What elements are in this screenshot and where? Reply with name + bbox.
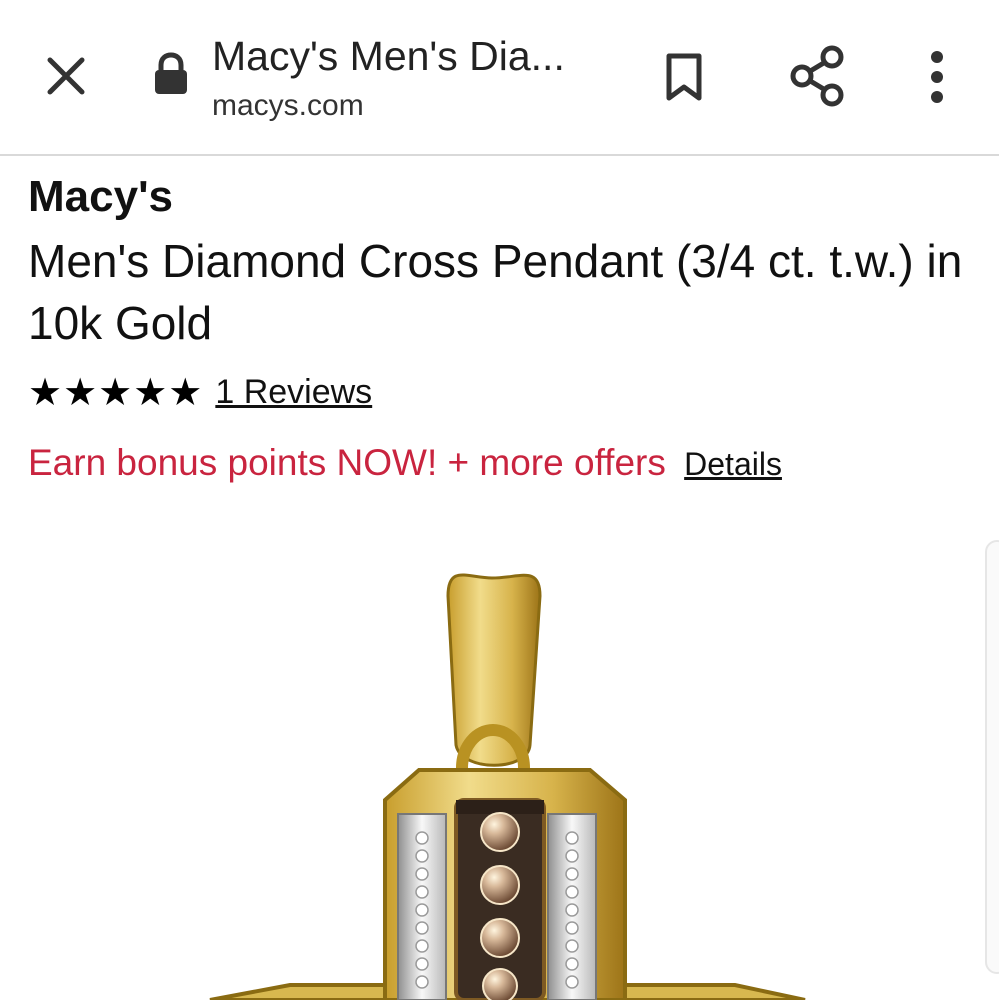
- rating-row: ★★★★★ 1 Reviews: [28, 366, 978, 418]
- lock-icon: [155, 52, 187, 94]
- star-rating: ★★★★★: [28, 371, 204, 414]
- close-icon[interactable]: [40, 50, 92, 102]
- offers-row: Earn bonus points NOW! + more offers Det…: [28, 438, 978, 489]
- share-icon[interactable]: [785, 44, 849, 108]
- page-domain: macys.com: [212, 89, 364, 122]
- product-image-area[interactable]: [0, 540, 999, 1000]
- details-link[interactable]: Details: [684, 446, 782, 482]
- brand-name: Macy's: [28, 172, 173, 221]
- cross-pendant-image: [209, 573, 806, 1000]
- product-title: Men's Diamond Cross Pendant (3/4 ct. t.w…: [28, 235, 963, 349]
- browser-toolbar: Macy's Men's Dia... macys.com: [0, 0, 999, 156]
- bookmark-icon[interactable]: [655, 48, 713, 106]
- reviews-link[interactable]: 1 Reviews: [215, 373, 372, 412]
- page-title: Macy's Men's Dia...: [212, 33, 565, 79]
- bonus-offer-text: Earn bonus points NOW! + more offers: [28, 442, 666, 483]
- product-summary: Macy's Men's Diamond Cross Pendant (3/4 …: [28, 168, 978, 489]
- menu-icon[interactable]: [915, 46, 959, 108]
- page-scroll-handle[interactable]: [985, 540, 999, 974]
